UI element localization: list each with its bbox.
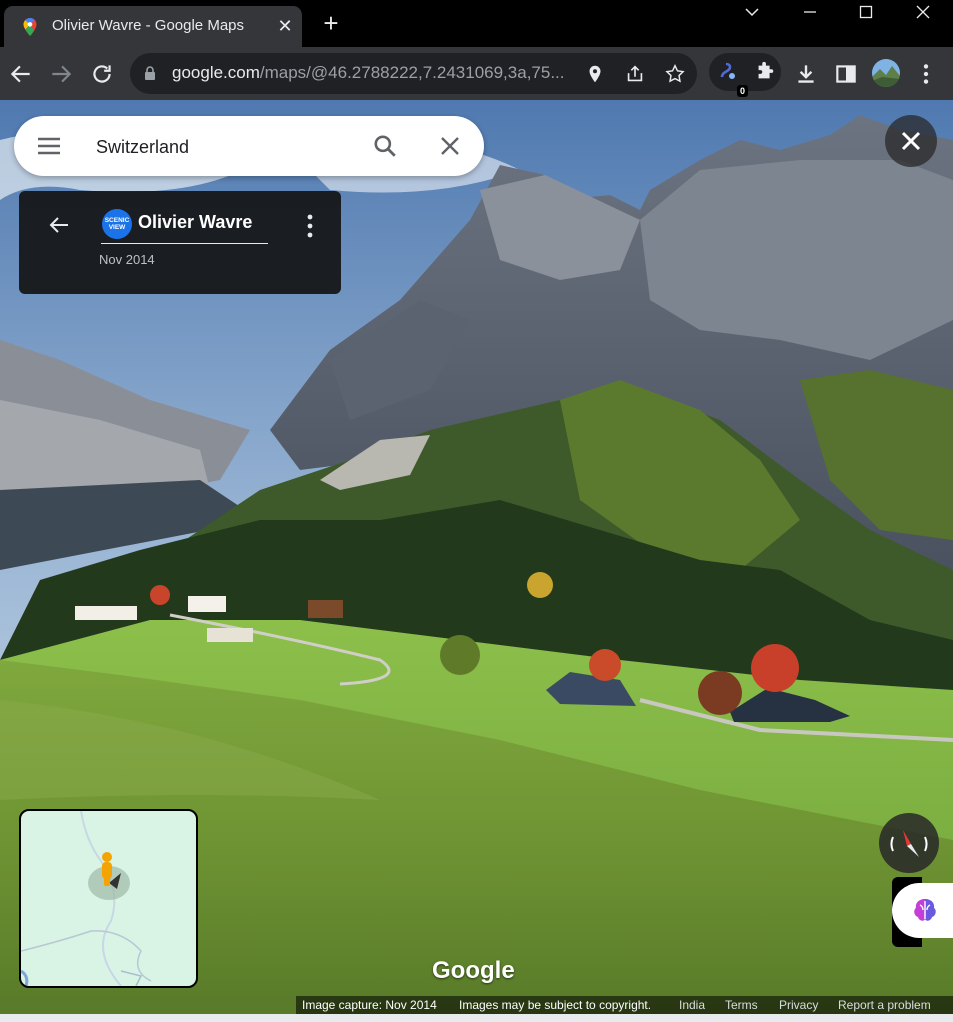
close-street-view-button[interactable] [885,115,937,167]
reload-icon[interactable] [89,61,115,87]
back-arrow-icon[interactable] [47,213,71,237]
search-input[interactable] [94,130,358,164]
kebab-icon[interactable] [913,61,939,87]
sidepanel-icon[interactable] [833,61,859,87]
star-icon[interactable] [664,63,686,85]
hamburger-menu-icon[interactable] [36,134,62,158]
google-logo: Google [432,957,515,984]
footer-link-india[interactable]: India [679,998,705,1012]
url-domain: google.com [172,63,260,82]
new-tab-plus-icon[interactable]: + [318,10,344,36]
url-path: /maps/@46.2788222,7.2431069,3a,75... [259,63,565,82]
browser-tab[interactable]: Olivier Wavre - Google Maps ✕ [4,6,302,47]
maps-favicon [23,18,37,36]
chevron-down-icon[interactable] [732,4,772,24]
contributor-avatar[interactable]: SCENIC VIEW [102,209,132,239]
capture-date[interactable]: Nov 2014 [99,252,155,267]
minimap[interactable] [19,809,198,988]
search-icon[interactable] [372,133,398,159]
extension-group: 0 [709,53,781,97]
street-view-panorama[interactable]: SCENICVIEW Olivier Wavre Nov 2014 [0,100,953,1014]
close-icon [901,131,921,151]
compass-icon [890,830,928,857]
maps-search-box [14,116,484,176]
minimize-icon[interactable] [790,4,830,24]
attribution-footer: Image capture: Nov 2014 Images may be su… [296,996,953,1014]
extension-icon[interactable]: 0 [717,61,749,97]
url-text: google.com/maps/@46.2788222,7.2431069,3a… [172,63,565,83]
location-icon[interactable] [584,63,606,85]
share-icon[interactable] [624,63,646,85]
pegman-icon[interactable] [99,852,115,888]
window-bottom-edge [0,1014,953,1022]
forward-arrow-icon[interactable] [48,61,74,87]
kebab-icon[interactable] [305,213,315,239]
avatar-text-2: VIEW [108,224,126,231]
brain-icon [914,899,936,921]
back-arrow-icon[interactable] [8,61,34,87]
photo-info-card: SCENIC VIEW Olivier Wavre Nov 2014 [19,191,341,294]
tab-close-icon[interactable]: ✕ [274,15,296,37]
footer-link-privacy[interactable]: Privacy [779,998,818,1012]
image-capture-text: Image capture: Nov 2014 [302,998,437,1012]
clear-search-icon[interactable] [438,134,462,158]
profile-avatar[interactable] [872,59,900,87]
name-underline [101,243,268,244]
copyright-text: Images may be subject to copyright. [459,998,652,1012]
tab-strip: Olivier Wavre - Google Maps ✕ + [0,0,953,47]
side-extension-panel[interactable] [892,877,953,947]
tab-title: Olivier Wavre - Google Maps [52,17,244,34]
window-close-icon[interactable] [903,4,943,24]
extension-badge: 0 [737,85,749,97]
footer-link-terms[interactable]: Terms [725,998,758,1012]
browser-toolbar: google.com/maps/@46.2788222,7.2431069,3a… [0,47,953,100]
minimap-roads [21,811,152,986]
puzzle-icon[interactable] [754,61,776,83]
footer-link-report[interactable]: Report a problem [838,998,931,1012]
address-bar[interactable]: google.com/maps/@46.2788222,7.2431069,3a… [130,53,697,94]
download-icon[interactable] [793,61,819,87]
maximize-icon[interactable] [846,4,886,24]
lock-icon [145,66,155,80]
compass-control[interactable] [879,813,939,873]
contributor-name[interactable]: Olivier Wavre [138,212,252,233]
avatar-text-1: SCENIC [104,217,130,224]
